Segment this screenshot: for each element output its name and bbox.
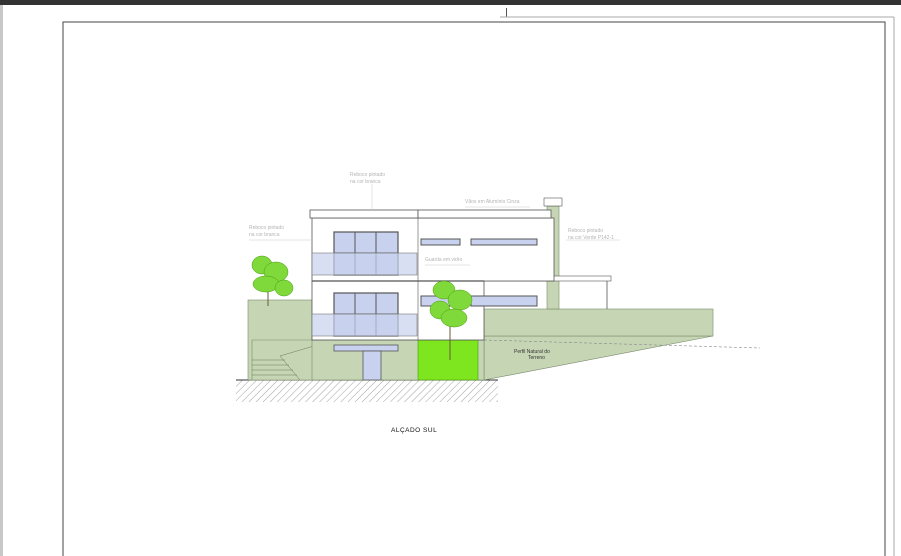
lower-glass-guard (311, 313, 418, 337)
elevation-drawing: Reboco pintado na cor branca Reboco pint… (62, 16, 895, 556)
upper-glass-guard (311, 252, 418, 276)
entrance-door (362, 350, 382, 381)
annotation-roof-1: Reboco pintado (350, 172, 385, 178)
terrain-slope (483, 335, 714, 381)
tree-left (251, 255, 294, 306)
annotation-left-1: Reboco pintado (249, 225, 284, 231)
roof-slab-right (417, 209, 552, 219)
annotation-right-2: na cor Verde P142-1 (568, 235, 614, 241)
drawing-title: ALÇADO SUL (391, 427, 437, 434)
strip-window-3 (470, 295, 538, 307)
annotation-guard: Guarda em vidro (425, 257, 462, 263)
annotation-roof-2: na cor branca (350, 179, 381, 185)
chimney-cap (543, 197, 563, 207)
strip-window-1 (420, 238, 461, 246)
annotation-frames: Vãos em Alumínio Cinza (465, 199, 520, 205)
annotation-terrain-2: Terreno (528, 355, 545, 361)
roof-slab-left (309, 209, 419, 219)
strip-window-2 (470, 238, 538, 246)
garden-lawn (417, 339, 479, 381)
annotation-right-1: Reboco pintado (568, 228, 603, 234)
annotation-left-2: na cor branca (249, 232, 280, 238)
ground-floor-window (333, 344, 399, 352)
ground-hatch (236, 380, 498, 402)
green-boundary-wall (483, 308, 714, 337)
